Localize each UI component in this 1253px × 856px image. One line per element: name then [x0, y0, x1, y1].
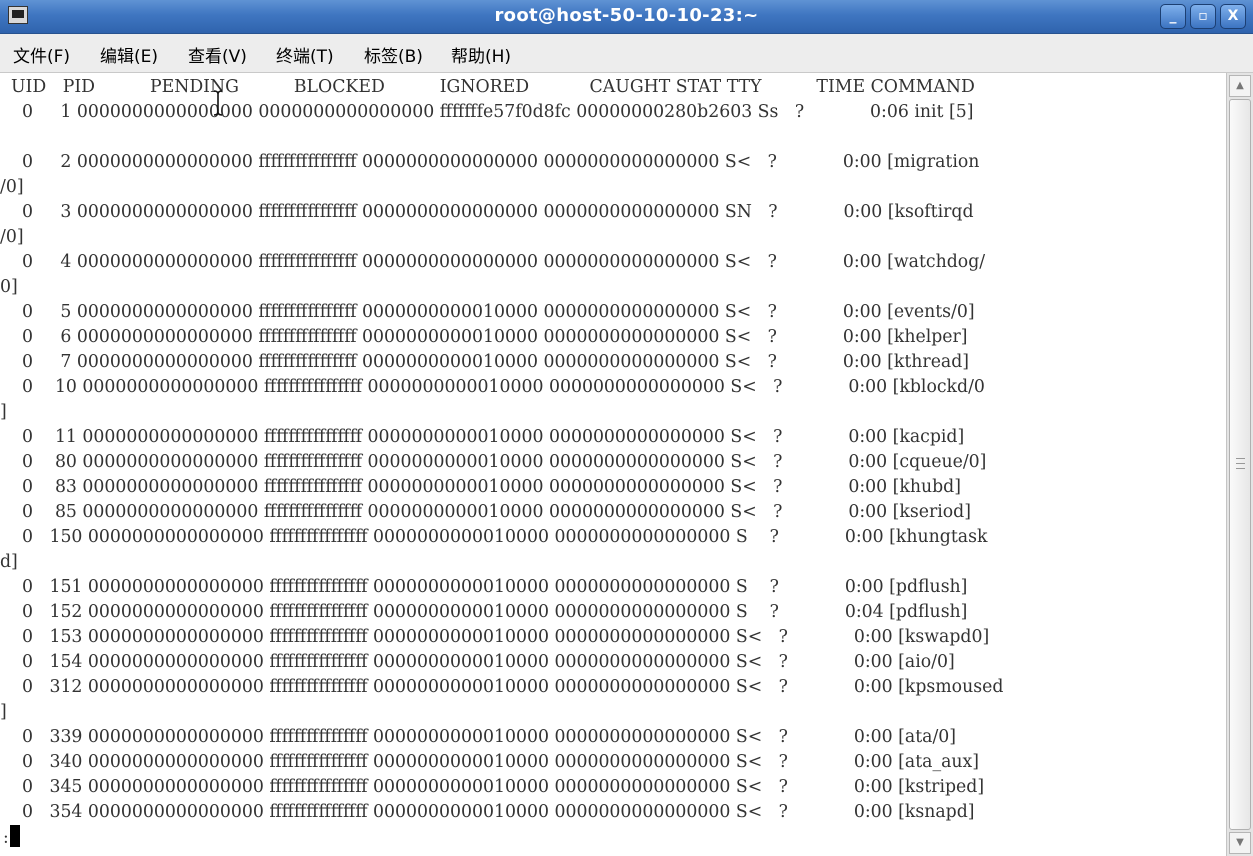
terminal-line: 0 312 0000000000000000 ffffffffffffffff …: [0, 677, 1004, 697]
terminal-line: 0 354 0000000000000000 ffffffffffffffff …: [0, 802, 975, 822]
terminal-line: 0 3 0000000000000000 ffffffffffffffff 00…: [0, 202, 974, 222]
menu-tabs[interactable]: 标签(B): [364, 42, 423, 67]
terminal-line: 0 151 0000000000000000 ffffffffffffffff …: [0, 577, 968, 597]
title-bar[interactable]: root@host-50-10-10-23:~ _ ▫ X: [0, 0, 1253, 34]
terminal-line: 0 340 0000000000000000 ffffffffffffffff …: [0, 752, 980, 772]
grip-icon: [1236, 458, 1245, 469]
menu-file[interactable]: 文件(F): [13, 42, 70, 67]
terminal-line: 0 10 0000000000000000 ffffffffffffffff 0…: [0, 377, 985, 397]
terminal-line: /0]: [0, 227, 24, 247]
menu-edit[interactable]: 编辑(E): [100, 42, 158, 67]
terminal-line: 0 154 0000000000000000 ffffffffffffffff …: [0, 652, 955, 672]
terminal-window: root@host-50-10-10-23:~ _ ▫ X 文件(F) 编辑(E…: [0, 0, 1253, 856]
terminal-line: UID PID PENDING BLOCKED IGNORED CAUGHT S…: [0, 77, 975, 97]
scrollbar-thumb[interactable]: [1229, 99, 1251, 830]
terminal-line: 0 80 0000000000000000 ffffffffffffffff 0…: [0, 452, 987, 472]
terminal-line: 0 153 0000000000000000 ffffffffffffffff …: [0, 627, 990, 647]
terminal-line: 0 2 0000000000000000 ffffffffffffffff 00…: [0, 152, 980, 172]
maximize-button[interactable]: ▫: [1190, 4, 1216, 29]
terminal-output[interactable]: UID PID PENDING BLOCKED IGNORED CAUGHT S…: [0, 73, 1226, 856]
vertical-scrollbar[interactable]: ▲ ▼: [1226, 73, 1253, 856]
menu-view[interactable]: 查看(V): [188, 42, 247, 67]
terminal-line: ]: [0, 402, 7, 422]
minimize-button[interactable]: _: [1160, 4, 1186, 29]
menu-bar: 文件(F) 编辑(E) 查看(V) 终端(T) 标签(B) 帮助(H): [0, 34, 1253, 73]
scroll-down-arrow-icon[interactable]: ▼: [1229, 832, 1251, 854]
window-title: root@host-50-10-10-23:~: [494, 5, 759, 26]
menu-terminal[interactable]: 终端(T): [276, 42, 334, 67]
terminal-line: 0 345 0000000000000000 ffffffffffffffff …: [0, 777, 985, 797]
terminal-line: 0 83 0000000000000000 ffffffffffffffff 0…: [0, 477, 961, 497]
terminal-line: 0 152 0000000000000000 ffffffffffffffff …: [0, 602, 968, 622]
text-ibeam-cursor-icon: [213, 90, 223, 116]
terminal-line: ]: [0, 702, 7, 722]
scroll-up-arrow-icon[interactable]: ▲: [1229, 75, 1251, 97]
terminal-line: 0 6 0000000000000000 ffffffffffffffff 00…: [0, 327, 968, 347]
terminal-line: 0 5 0000000000000000 ffffffffffffffff 00…: [0, 302, 975, 322]
close-button[interactable]: X: [1220, 4, 1246, 29]
terminal-line: 0 85 0000000000000000 ffffffffffffffff 0…: [0, 502, 971, 522]
terminal-line: 0 150 0000000000000000 ffffffffffffffff …: [0, 527, 988, 547]
pager-prompt[interactable]: :: [3, 825, 20, 850]
text-cursor: [9, 825, 20, 847]
terminal-line: 0 4 0000000000000000 ffffffffffffffff 00…: [0, 252, 986, 272]
terminal-line: 0]: [0, 277, 18, 297]
menu-help[interactable]: 帮助(H): [451, 42, 511, 67]
prompt-text: :: [3, 828, 9, 848]
terminal-line: 0 7 0000000000000000 ffffffffffffffff 00…: [0, 352, 970, 372]
terminal-line: 0 1 0000000000000000 0000000000000000 ff…: [0, 102, 974, 122]
terminal-line: 0 339 0000000000000000 ffffffffffffffff …: [0, 727, 957, 747]
terminal-line: 0 11 0000000000000000 ffffffffffffffff 0…: [0, 427, 965, 447]
terminal-line: d]: [0, 552, 18, 572]
terminal-line: /0]: [0, 177, 24, 197]
